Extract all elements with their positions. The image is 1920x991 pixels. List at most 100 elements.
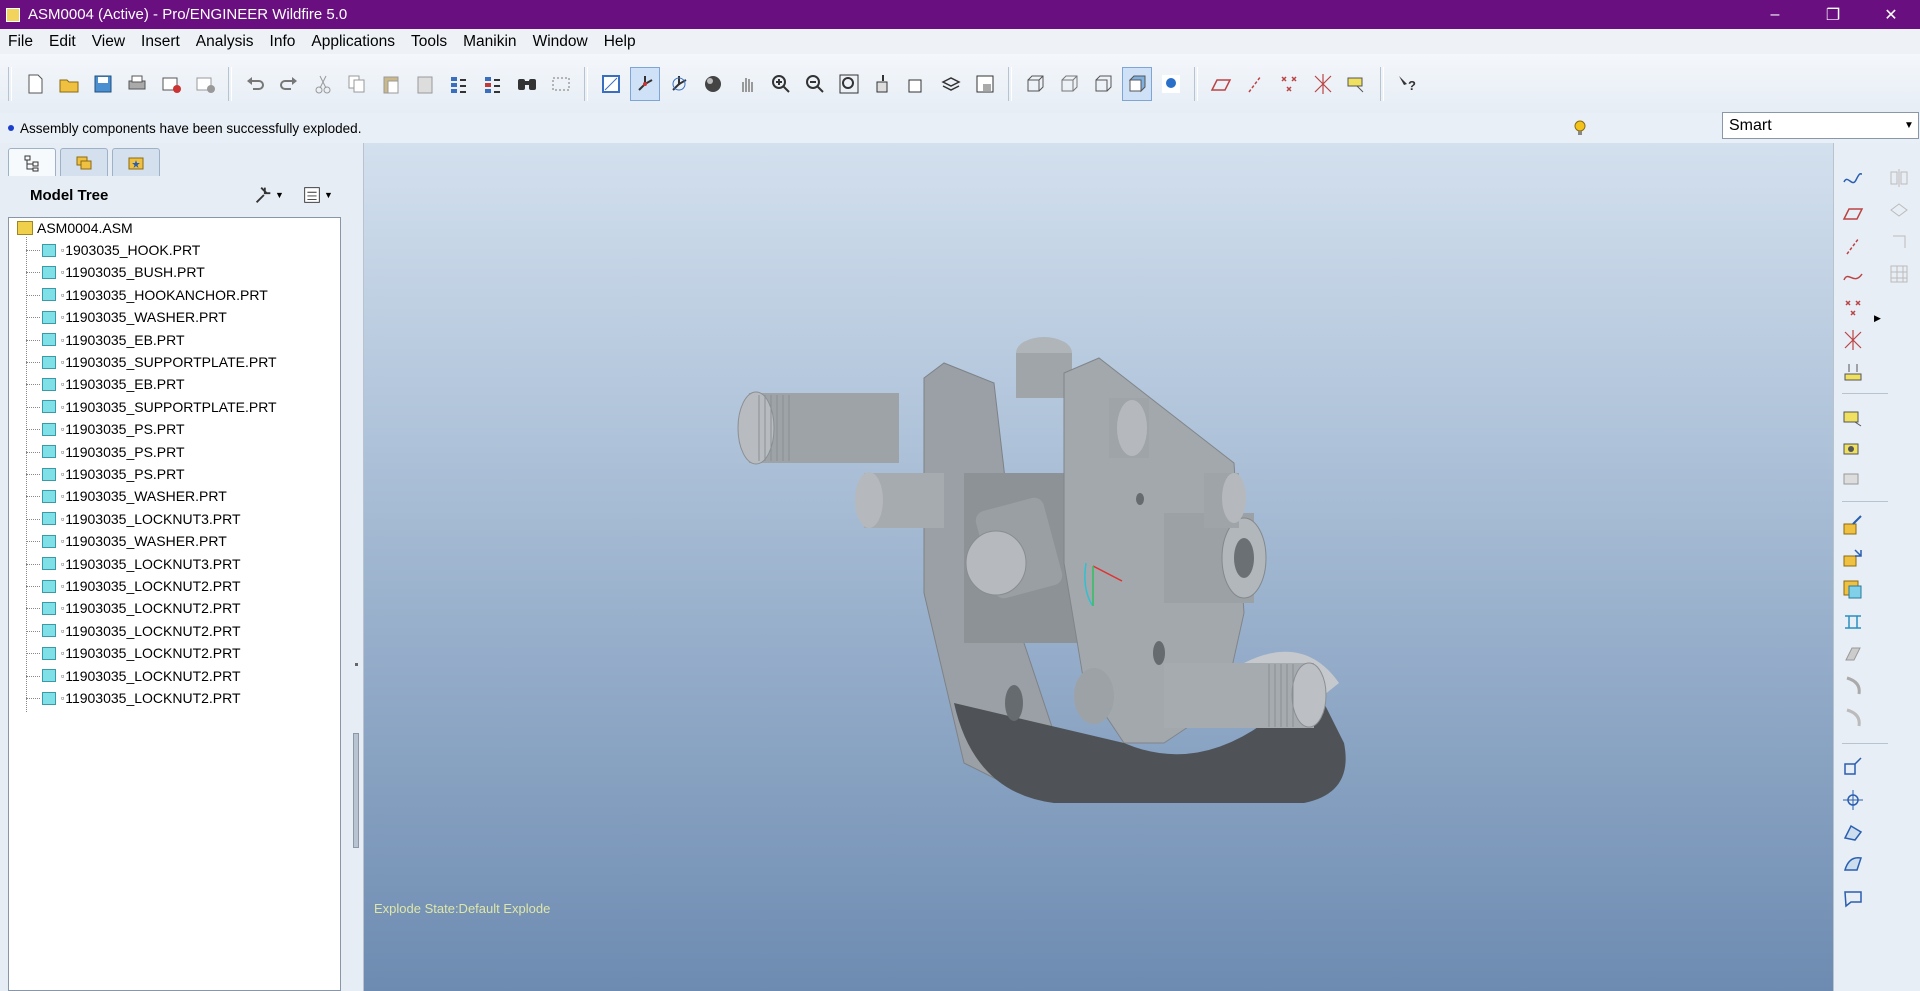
shading-icon[interactable] [698, 67, 728, 101]
email-icon[interactable] [156, 67, 186, 101]
no-hidden-icon[interactable] [1088, 67, 1118, 101]
panel-splitter[interactable] [353, 463, 361, 723]
tree-show-button[interactable]: ▼ [300, 184, 346, 206]
shaded-icon[interactable] [1122, 66, 1152, 101]
boundary-blend-icon[interactable] [1838, 849, 1868, 879]
favorites-tab[interactable] [112, 148, 160, 176]
menu-edit[interactable]: Edit [41, 33, 84, 51]
spin-center-icon[interactable] [630, 66, 660, 101]
tree-item[interactable]: ▫ 11903035_LOCKNUT3.PRT [9, 553, 241, 575]
layers-icon[interactable] [936, 67, 966, 101]
zoom-out-icon[interactable] [800, 67, 830, 101]
repaint-icon[interactable] [596, 67, 626, 101]
tree-item[interactable]: ▫ 11903035_LOCKNUT2.PRT [9, 575, 241, 597]
assemble-component-icon[interactable] [1838, 511, 1868, 541]
hole-icon[interactable] [1838, 607, 1868, 637]
regenerate-icon[interactable] [444, 67, 474, 101]
paste-special-icon[interactable] [410, 67, 440, 101]
copy-geometry-icon[interactable] [1838, 753, 1868, 783]
datum-points-icon[interactable] [1274, 67, 1304, 101]
copy-icon[interactable] [342, 67, 372, 101]
project-icon[interactable] [1884, 195, 1914, 225]
flatten-icon[interactable] [1838, 883, 1868, 913]
datum-plane-tool-icon[interactable] [1838, 198, 1868, 228]
restore-button[interactable]: ❐ [1804, 0, 1862, 29]
saved-views-icon[interactable] [902, 67, 932, 101]
zoom-in-icon[interactable] [766, 67, 796, 101]
tree-root[interactable]: ASM0004.ASM [9, 217, 133, 239]
cut-icon[interactable] [308, 67, 338, 101]
note-icon[interactable] [1838, 403, 1868, 433]
menu-info[interactable]: Info [262, 33, 304, 51]
print-icon[interactable] [122, 67, 152, 101]
coordinate-system-tool-icon[interactable] [1838, 325, 1868, 355]
tree-item[interactable]: ▫ 11903035_LOCKNUT2.PRT [9, 687, 241, 709]
model-tree-tab[interactable] [8, 148, 56, 176]
tree-item[interactable]: ▫ 11903035_WASHER.PRT [9, 485, 227, 507]
menu-applications[interactable]: Applications [303, 33, 403, 51]
save-icon[interactable] [88, 67, 118, 101]
view-manager-icon[interactable] [970, 67, 1000, 101]
tree-item[interactable]: ▫ 11903035_SUPPORTPLATE.PRT [9, 351, 277, 373]
tree-item[interactable]: ▫ 11903035_PS.PRT [9, 418, 185, 440]
menu-window[interactable]: Window [525, 33, 596, 51]
trim-icon[interactable] [1884, 227, 1914, 257]
tree-item[interactable]: ▫ 11903035_WASHER.PRT [9, 530, 227, 552]
enhanced-realism-icon[interactable] [1156, 67, 1186, 101]
menu-help[interactable]: Help [596, 33, 644, 51]
menu-analysis[interactable]: Analysis [188, 33, 262, 51]
tree-item[interactable]: ▫ 11903035_SUPPORTPLATE.PRT [9, 396, 277, 418]
tree-item[interactable]: ▫ 1903035_HOOK.PRT [9, 239, 200, 261]
tree-item[interactable]: ▫ 11903035_LOCKNUT3.PRT [9, 508, 241, 530]
select-box-icon[interactable] [546, 67, 576, 101]
minimize-button[interactable]: – [1746, 0, 1804, 29]
package-component-icon[interactable] [1838, 575, 1868, 605]
graphics-window[interactable]: Explode State:Default Explode [364, 143, 1833, 991]
coordinate-systems-icon[interactable] [1308, 67, 1338, 101]
analysis-feature-icon[interactable] [1838, 357, 1868, 387]
tree-item[interactable]: ▫ 11903035_LOCKNUT2.PRT [9, 620, 241, 642]
tree-item[interactable]: ▫ 11903035_EB.PRT [9, 373, 185, 395]
refit-icon[interactable] [834, 67, 864, 101]
tree-item[interactable]: ▫ 11903035_PS.PRT [9, 463, 185, 485]
assembly-model[interactable] [364, 143, 1833, 991]
chevron-right-icon[interactable]: ▶ [1874, 313, 1881, 324]
revolve-cut-icon[interactable] [1838, 671, 1868, 701]
undo-icon[interactable] [240, 67, 270, 101]
orient-mode-icon[interactable] [664, 67, 694, 101]
email-link-icon[interactable] [190, 67, 220, 101]
annotations-icon[interactable] [1342, 67, 1372, 101]
menu-file[interactable]: File [0, 33, 41, 51]
drawing-note-icon[interactable] [1838, 435, 1868, 465]
menu-insert[interactable]: Insert [133, 33, 188, 51]
tree-item[interactable]: ▫ 11903035_HOOKANCHOR.PRT [9, 284, 268, 306]
menu-tools[interactable]: Tools [403, 33, 455, 51]
new-icon[interactable] [20, 67, 50, 101]
tree-item[interactable]: ▫ 11903035_LOCKNUT2.PRT [9, 665, 241, 687]
tree-item[interactable]: ▫ 11903035_PS.PRT [9, 441, 185, 463]
tree-item[interactable]: ▫ 11903035_LOCKNUT2.PRT [9, 642, 241, 664]
tree-item[interactable]: ▫ 11903035_BUSH.PRT [9, 261, 205, 283]
menu-manikin[interactable]: Manikin [455, 33, 524, 51]
tree-item[interactable]: ▫ 11903035_EB.PRT [9, 329, 185, 351]
reference-note-icon[interactable] [1838, 465, 1868, 495]
folder-browser-tab[interactable] [60, 148, 108, 176]
tree-item[interactable]: ▫ 11903035_WASHER.PRT [9, 306, 227, 328]
context-help-icon[interactable]: ? [1392, 67, 1422, 101]
lightbulb-icon[interactable] [1570, 118, 1590, 138]
merge-icon[interactable] [1838, 785, 1868, 815]
surface-tool-icon[interactable] [1838, 817, 1868, 847]
pattern-icon[interactable] [1884, 259, 1914, 289]
datum-axis-tool-icon[interactable] [1838, 231, 1868, 261]
mirror-icon[interactable] [1884, 163, 1914, 193]
sweep-cut-icon[interactable] [1838, 703, 1868, 733]
pan-icon[interactable] [732, 67, 762, 101]
regenerate-manager-icon[interactable] [478, 67, 508, 101]
datum-point-tool-icon[interactable] [1838, 293, 1868, 323]
tree-item[interactable]: ▫ 11903035_LOCKNUT2.PRT [9, 597, 241, 619]
find-icon[interactable] [512, 67, 542, 101]
tree-scrollbar[interactable] [353, 733, 359, 848]
wireframe-icon[interactable] [1020, 67, 1050, 101]
reorient-icon[interactable] [868, 67, 898, 101]
datum-curve-tool-icon[interactable] [1838, 261, 1868, 291]
